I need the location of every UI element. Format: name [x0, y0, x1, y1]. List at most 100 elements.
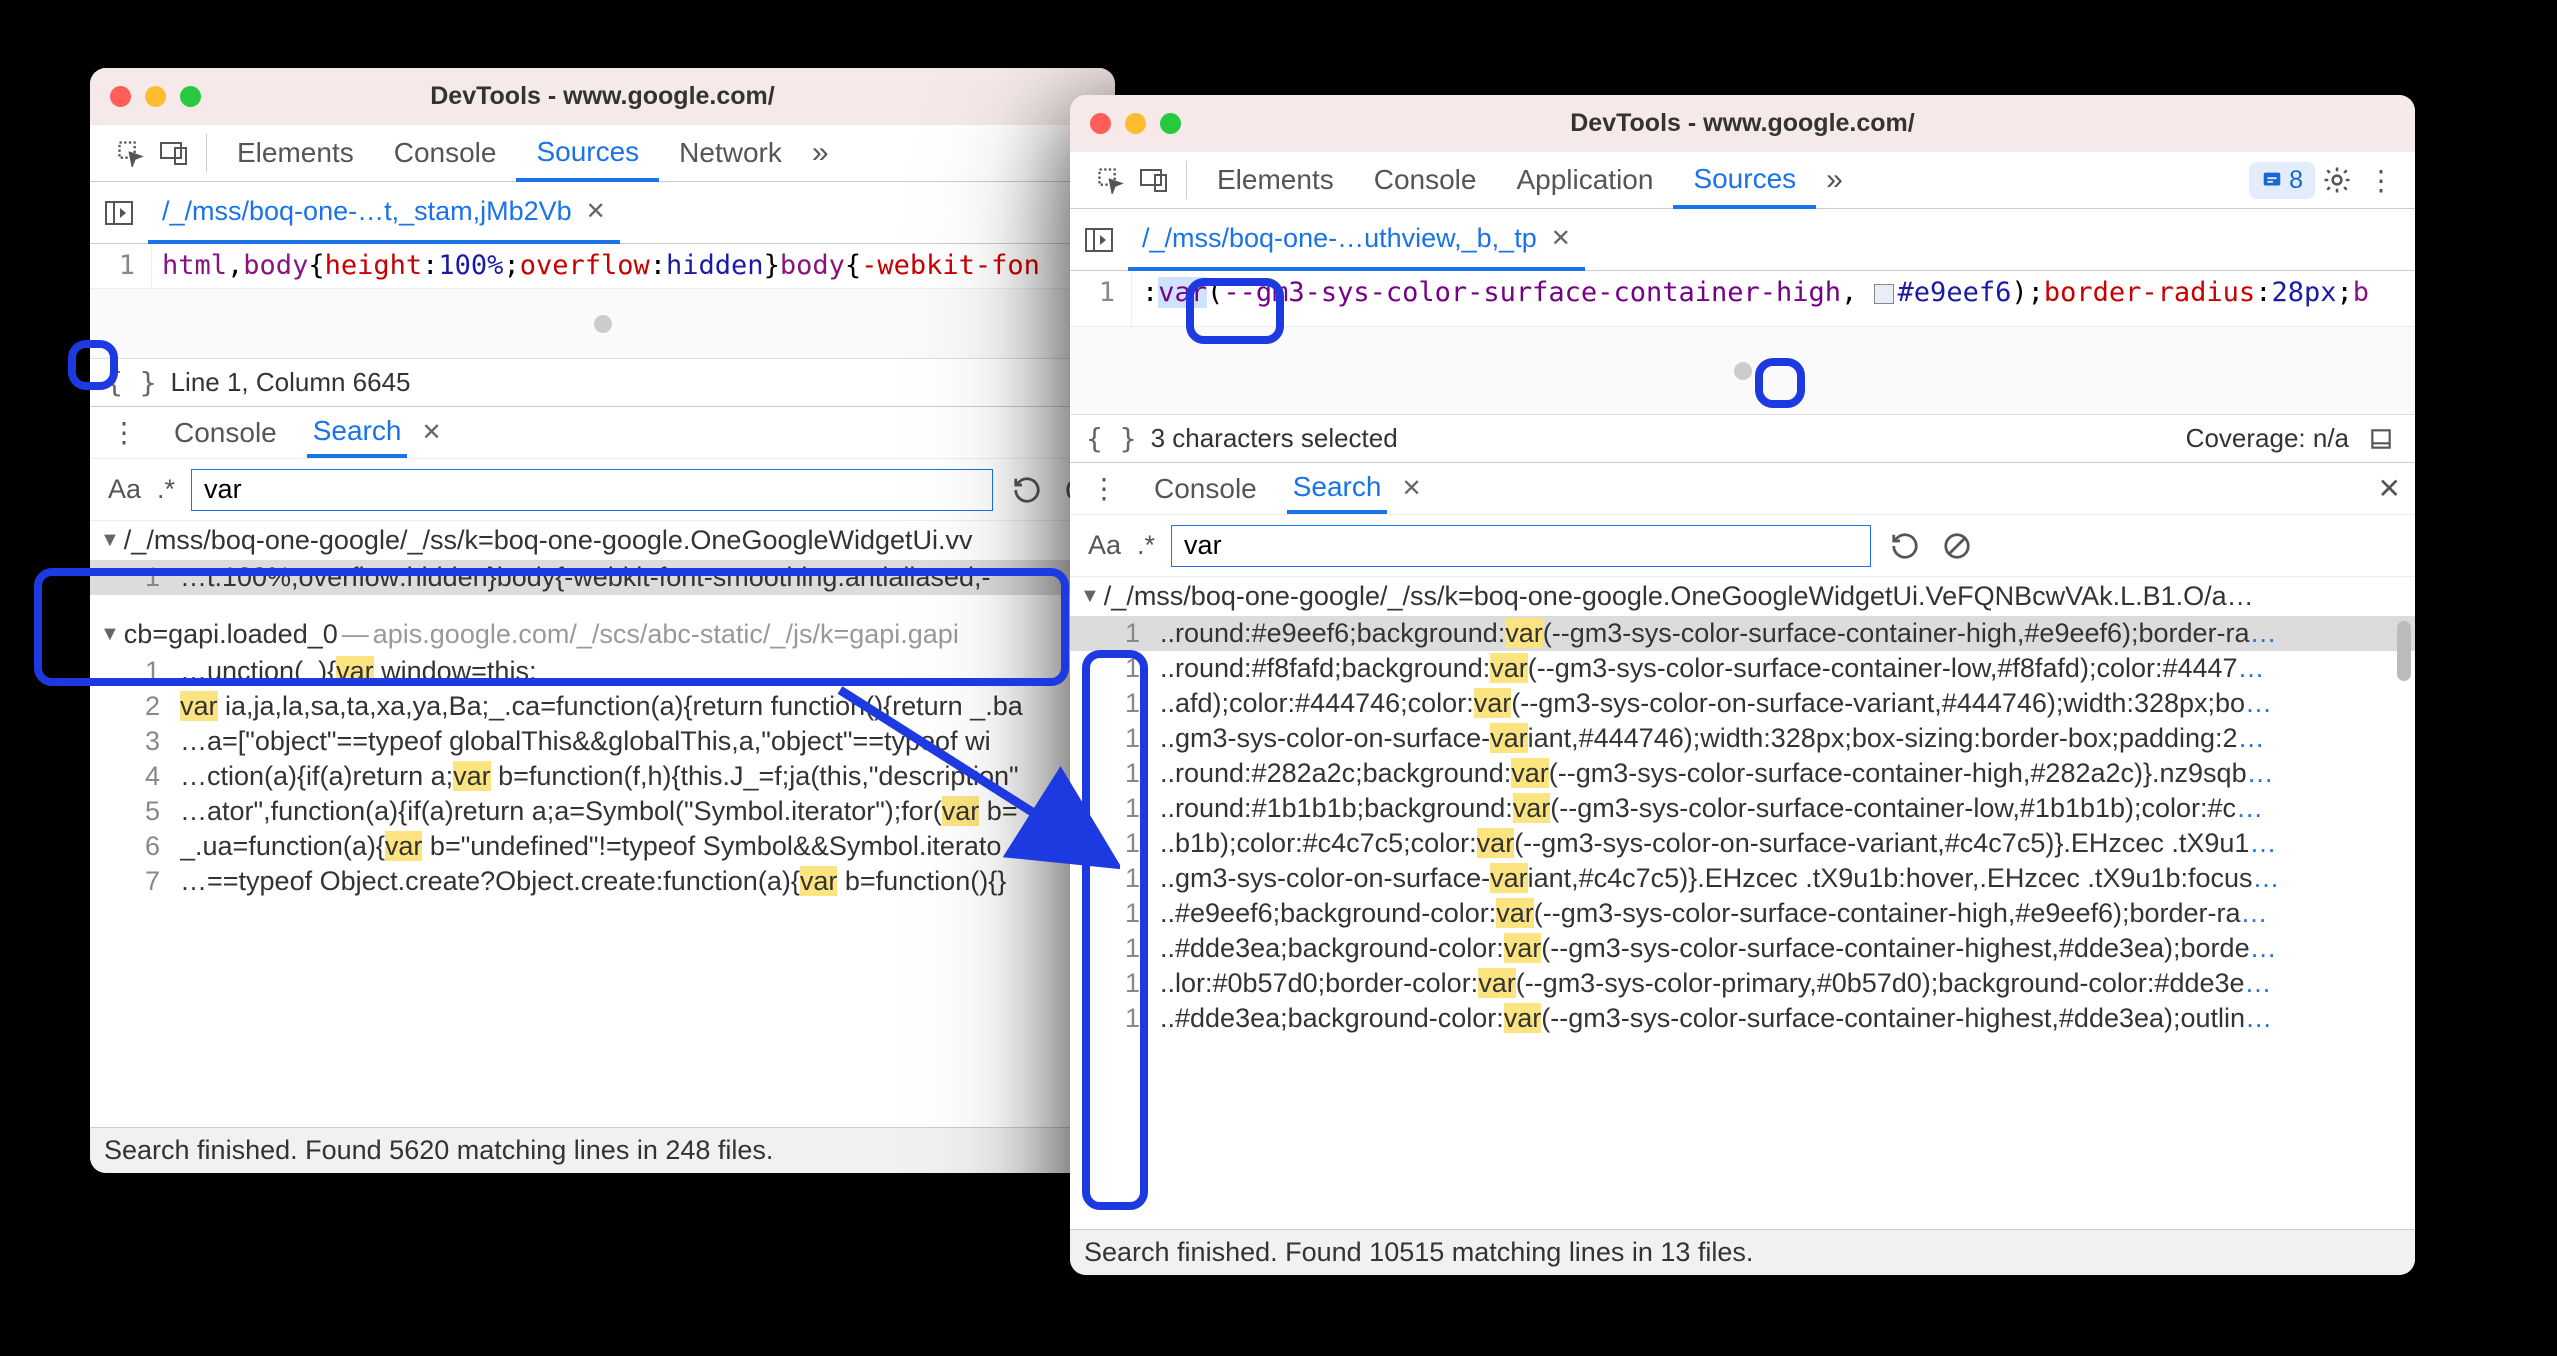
result-line[interactable]: 1..afd);color:#444746;color:var(--gm3-sy…: [1070, 686, 2415, 721]
result-line-text: ..round:#1b1b1b;background:var(--gm3-sys…: [1160, 793, 2263, 824]
issues-badge[interactable]: 8: [2249, 162, 2315, 199]
navigator-toggle-icon[interactable]: [1080, 221, 1118, 259]
result-line[interactable]: 2var ia,ja,la,sa,ta,xa,ya,Ba;_.ca=functi…: [90, 689, 1115, 724]
result-file-header[interactable]: ▼ /_/mss/boq-one-google/_/ss/k=boq-one-g…: [1070, 577, 2415, 616]
result-line[interactable]: 1..b1b);color:#c4c7c5;color:var(--gm3-sy…: [1070, 826, 2415, 861]
clear-icon[interactable]: [1939, 528, 1975, 564]
close-window-icon[interactable]: [110, 86, 131, 107]
ellipsis-icon: …: [2238, 653, 2265, 683]
minimize-window-icon[interactable]: [145, 86, 166, 107]
window-title: DevTools - www.google.com/: [1070, 109, 2415, 138]
tab-elements[interactable]: Elements: [217, 125, 374, 181]
drawer-menu-icon[interactable]: ⋮: [1084, 472, 1124, 505]
zoom-window-icon[interactable]: [1160, 113, 1181, 134]
code-editor[interactable]: 1 html,body{height:100%;overflow:hidden}…: [90, 244, 1115, 289]
device-toolbar-icon[interactable]: [1132, 158, 1176, 202]
match-case-icon[interactable]: Aa: [1088, 530, 1121, 561]
close-file-tab-icon[interactable]: ✕: [1551, 224, 1571, 253]
result-line[interactable]: 1 ..round:#e9eef6;background:var(--gm3-sy…: [1070, 616, 2415, 651]
format-icon[interactable]: { }: [106, 366, 157, 399]
result-line-number: 3: [130, 726, 160, 757]
tab-application[interactable]: Application: [1496, 152, 1673, 208]
ellipsis-icon: …: [2241, 898, 2268, 928]
result-line[interactable]: 1..gm3-sys-color-on-surface-variant,#c4c…: [1070, 861, 2415, 896]
result-line-number: 1: [1110, 618, 1140, 649]
file-tab[interactable]: /_/mss/boq-one-…t,_stam,jMb2Vb ✕: [148, 183, 620, 244]
result-line-text: ..afd);color:#444746;color:var(--gm3-sys…: [1160, 688, 2272, 719]
issues-count: 8: [2289, 166, 2303, 195]
result-line[interactable]: 4…ction(a){if(a)return a;var b=function(…: [90, 759, 1115, 794]
tab-elements[interactable]: Elements: [1197, 152, 1354, 208]
disclosure-icon: ▼: [1080, 585, 1100, 608]
scrollbar-thumb[interactable]: [2397, 621, 2411, 681]
result-line[interactable]: 1..#dde3ea;background-color:var(--gm3-sy…: [1070, 1001, 2415, 1036]
result-line-number: 1: [130, 656, 160, 687]
result-line[interactable]: 1..#dde3ea;background-color:var(--gm3-sy…: [1070, 931, 2415, 966]
refresh-icon[interactable]: [1887, 528, 1923, 564]
result-line[interactable]: 1 …t:100%;overflow:hidden}body{-webkit-f…: [90, 560, 1115, 595]
coverage-icon[interactable]: [2363, 421, 2399, 457]
result-line[interactable]: 6_.ua=function(a){var b="undefined"!=typ…: [90, 829, 1115, 864]
more-tabs-icon[interactable]: »: [802, 136, 839, 170]
result-line[interactable]: 1..gm3-sys-color-on-surface-variant,#444…: [1070, 721, 2415, 756]
drawer-tab-close-icon[interactable]: ✕: [1401, 474, 1421, 503]
result-file-header[interactable]: ▼ cb=gapi.loaded_0 — apis.google.com/_/s…: [90, 615, 1115, 654]
titlebar: DevTools - www.google.com/: [1070, 95, 2415, 152]
result-line[interactable]: 1..round:#f8fafd;background:var(--gm3-sy…: [1070, 651, 2415, 686]
drawer-tab-close-icon[interactable]: ✕: [421, 418, 441, 447]
result-line[interactable]: 1…unction(_){var window=this;: [90, 654, 1115, 689]
result-line[interactable]: 1..round:#1b1b1b;background:var(--gm3-sy…: [1070, 791, 2415, 826]
more-tabs-icon[interactable]: »: [1816, 163, 1853, 197]
result-line[interactable]: 1..round:#282a2c;background:var(--gm3-sy…: [1070, 756, 2415, 791]
search-input[interactable]: [1171, 525, 1871, 567]
code-editor[interactable]: 1 :var(--gm3-sys-color-surface-container…: [1070, 271, 2415, 327]
result-line[interactable]: 5…ator",function(a){if(a)return a;a=Symb…: [90, 794, 1115, 829]
kebab-icon[interactable]: ⋮: [2359, 158, 2403, 202]
result-line[interactable]: 1..#e9eef6;background-color:var(--gm3-sy…: [1070, 896, 2415, 931]
result-line[interactable]: 3…a=["object"==typeof globalThis&&global…: [90, 724, 1115, 759]
selection-status: 3 characters selected: [1151, 423, 1398, 454]
navigator-toggle-icon[interactable]: [100, 194, 138, 232]
tab-sources[interactable]: Sources: [1673, 153, 1816, 209]
tab-console[interactable]: Console: [1354, 152, 1497, 208]
drawer-tab-console[interactable]: Console: [168, 407, 283, 458]
drawer-menu-icon[interactable]: ⋮: [104, 416, 144, 449]
result-line[interactable]: 1..lor:#0b57d0;border-color:var(--gm3-sy…: [1070, 966, 2415, 1001]
minimap[interactable]: [1070, 327, 2415, 415]
result-line-number: 5: [130, 796, 160, 827]
match-case-icon[interactable]: Aa: [108, 474, 141, 505]
minimap[interactable]: [90, 289, 1115, 359]
ellipsis-icon: …: [2253, 863, 2280, 893]
minimize-window-icon[interactable]: [1125, 113, 1146, 134]
result-line-text: ..round:#e9eef6;background:var(--gm3-sys…: [1160, 618, 2277, 649]
search-input[interactable]: [191, 469, 993, 511]
devtools-window-right: DevTools - www.google.com/ Elements Cons…: [1070, 95, 2415, 1275]
main-toolbar: Elements Console Sources Network »: [90, 125, 1115, 182]
settings-icon[interactable]: [2315, 158, 2359, 202]
result-file-header[interactable]: ▼ /_/mss/boq-one-google/_/ss/k=boq-one-g…: [90, 521, 1115, 560]
inspect-icon[interactable]: [108, 131, 152, 175]
format-icon[interactable]: { }: [1086, 422, 1137, 455]
search-results: ▼ /_/mss/boq-one-google/_/ss/k=boq-one-g…: [90, 521, 1115, 1127]
regex-icon[interactable]: .*: [157, 474, 175, 505]
drawer-tab-search[interactable]: Search: [1287, 463, 1388, 514]
zoom-window-icon[interactable]: [180, 86, 201, 107]
refresh-icon[interactable]: [1009, 472, 1045, 508]
code-line: :var(--gm3-sys-color-surface-container-h…: [1132, 271, 2369, 326]
close-file-tab-icon[interactable]: ✕: [586, 197, 606, 226]
tab-network[interactable]: Network: [659, 125, 802, 181]
drawer-close-icon[interactable]: ✕: [2378, 472, 2401, 505]
regex-icon[interactable]: .*: [1137, 530, 1155, 561]
ellipsis-icon: …: [2247, 758, 2274, 788]
result-line-text: ..#dde3ea;background-color:var(--gm3-sys…: [1160, 1003, 2272, 1034]
close-window-icon[interactable]: [1090, 113, 1111, 134]
tab-console[interactable]: Console: [374, 125, 517, 181]
result-line[interactable]: 7…==typeof Object.create?Object.create:f…: [90, 864, 1115, 899]
inspect-icon[interactable]: [1088, 158, 1132, 202]
device-toolbar-icon[interactable]: [152, 131, 196, 175]
drawer-tab-console[interactable]: Console: [1148, 463, 1263, 514]
file-tab[interactable]: /_/mss/boq-one-…uthview,_b,_tp ✕: [1128, 210, 1585, 271]
tab-sources[interactable]: Sources: [516, 126, 659, 182]
drawer-tab-search[interactable]: Search: [307, 407, 408, 458]
result-file-origin: apis.google.com/_/scs/abc-static/_/js/k=…: [373, 619, 959, 650]
